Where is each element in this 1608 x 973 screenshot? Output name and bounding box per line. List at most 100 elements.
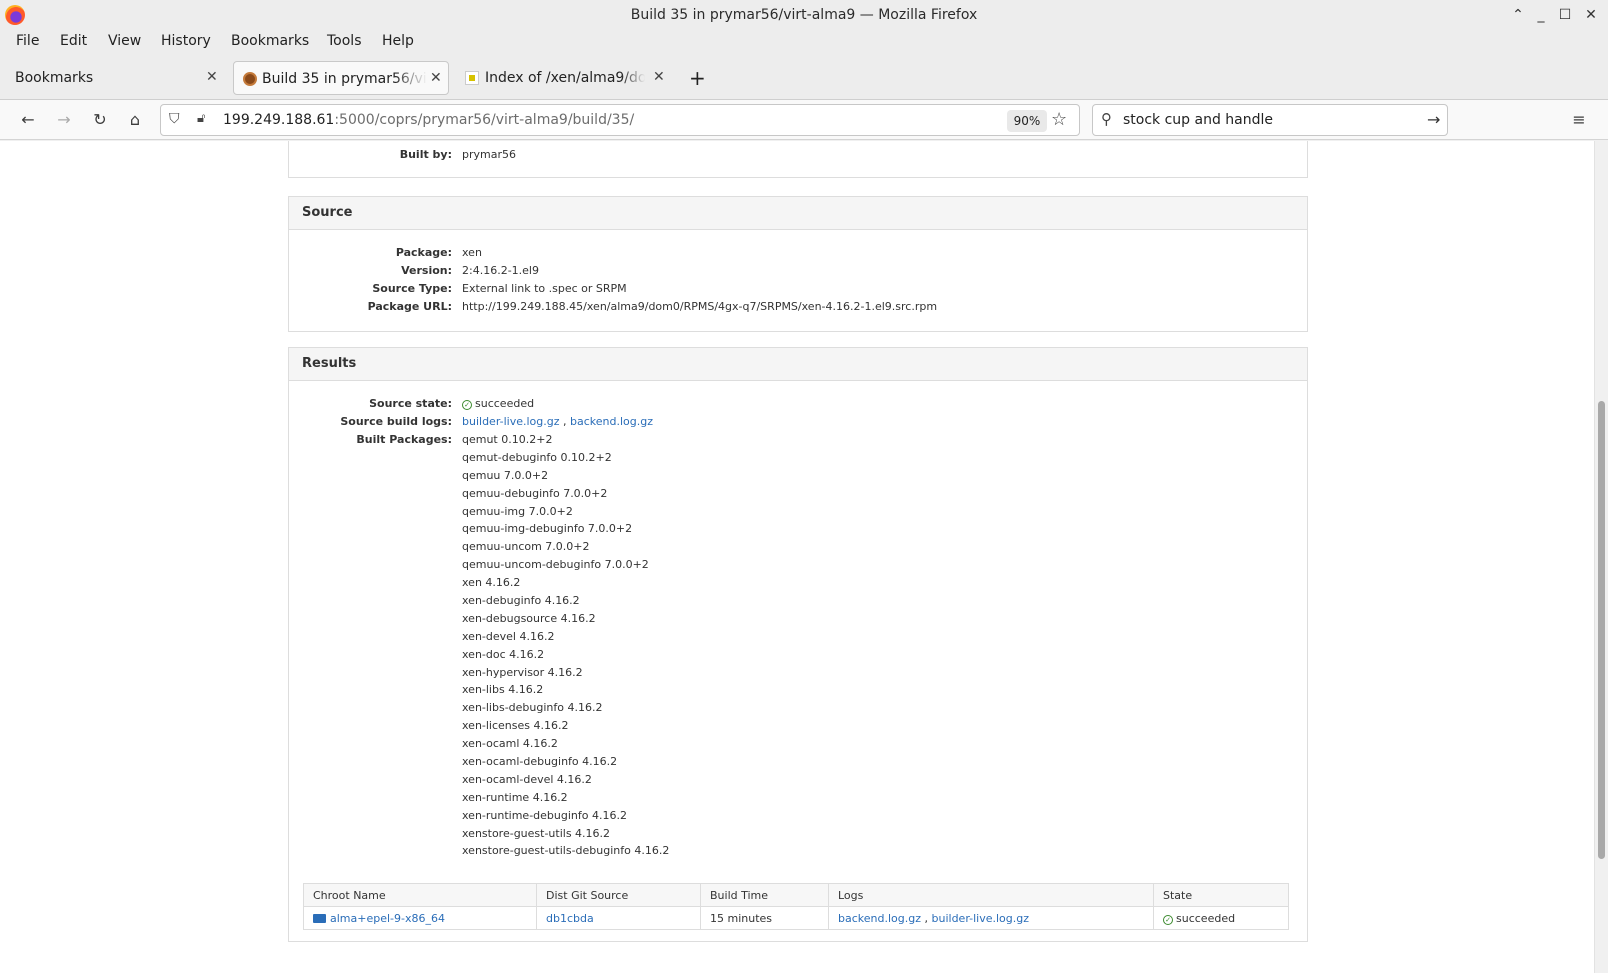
version-value: 2:4.16.2-1.el9 (462, 264, 539, 277)
state-text: succeeded (1176, 911, 1236, 925)
list-item: qemuu-img 7.0.0+2 (462, 504, 573, 518)
list-item: xen-devel 4.16.2 (462, 629, 555, 643)
chroots-table: Chroot Name Dist Git Source Build Time L… (303, 883, 1289, 930)
backend-log-link[interactable]: backend.log.gz (570, 415, 653, 428)
url-bar[interactable]: ⛉ 🔓︎ 199.249.188.61:5000/coprs/prymar56/… (160, 104, 1080, 136)
vertical-scrollbar[interactable] (1594, 141, 1608, 973)
source-build-logs-row: Source build logs: builder-live.log.gz ,… (289, 415, 1307, 433)
source-type-value: External link to .spec or SRPM (462, 282, 627, 295)
menu-tools[interactable]: Tools (327, 33, 362, 49)
source-build-logs-label: Source build logs: (340, 415, 452, 428)
bookmark-star-icon[interactable]: ☆ (1051, 109, 1067, 130)
tab-bookmarks[interactable]: Bookmarks ✕ (6, 61, 228, 95)
results-panel: Results Source state: ✓ succeeded Source … (288, 347, 1308, 942)
menu-help[interactable]: Help (382, 33, 414, 49)
list-item: qemuu-debuginfo 7.0.0+2 (462, 486, 608, 500)
source-state-value: ✓ succeeded (462, 397, 534, 410)
scrollbar-thumb[interactable] (1598, 401, 1605, 859)
list-item: xen-ocaml 4.16.2 (462, 737, 558, 751)
list-item: qemut 0.10.2+2 (462, 433, 553, 446)
maximize-window-button[interactable]: ☐ (1555, 5, 1575, 25)
forward-arrow-icon[interactable]: → (54, 110, 74, 130)
home-icon[interactable]: ⌂ (125, 110, 145, 130)
list-item: qemuu 7.0.0+2 (462, 468, 549, 482)
col-logs: Logs (828, 883, 1154, 907)
package-url-label: Package URL: (367, 300, 452, 313)
tab-index-xen[interactable]: Index of /xen/alma9/dom0/ ✕ (456, 61, 670, 95)
close-window-button[interactable]: ✕ (1581, 5, 1601, 25)
backend-log-link[interactable]: backend.log.gz (838, 912, 921, 925)
tab-close-icon[interactable]: ✕ (430, 70, 442, 86)
tab-bar: Bookmarks ✕ Build 35 in prymar56/virt-al… (0, 55, 1608, 100)
logs-cell: backend.log.gz , builder-live.log.gz (828, 906, 1154, 930)
built-by-link[interactable]: prymar56 (462, 148, 516, 161)
package-label: Package: (395, 246, 452, 259)
insecure-lock-icon[interactable]: 🔓︎ (197, 111, 205, 126)
table-row: alma+epel-9-x86_64 db1cbda 15 minutes ba… (303, 906, 1289, 930)
source-state-text: succeeded (475, 397, 535, 410)
builder-live-log-link[interactable]: builder-live.log.gz (932, 912, 1030, 925)
list-item: xen-licenses 4.16.2 (462, 719, 569, 733)
list-item: xen-doc 4.16.2 (462, 647, 545, 661)
package-url-link[interactable]: http://199.249.188.45/xen/alma9/dom0/RPM… (462, 300, 937, 313)
navigation-bar: ← → ↻ ⌂ ⛉ 🔓︎ 199.249.188.61:5000/coprs/p… (0, 100, 1608, 140)
tab-label: Bookmarks (15, 70, 94, 86)
new-tab-button[interactable]: + (689, 66, 713, 100)
back-arrow-icon[interactable]: ← (18, 110, 38, 130)
build-time-cell: 15 minutes (700, 906, 829, 930)
list-item: qemuu-img-debuginfo 7.0.0+2 (462, 522, 633, 536)
dist-git-link[interactable]: db1cbda (546, 912, 594, 925)
window-title-bar: Build 35 in prymar56/virt-alma9 — Mozill… (0, 0, 1608, 30)
tab-close-icon[interactable]: ✕ (653, 69, 665, 85)
built-by-row: Built by: prymar56 (289, 148, 1307, 166)
search-bar[interactable]: ⚲ stock cup and handle → (1092, 104, 1448, 136)
file-favicon-icon (465, 71, 479, 85)
url-path: :5000/coprs/prymar56/virt-alma9/build/35… (334, 112, 635, 128)
menu-bar: File Edit View History Bookmarks Tools H… (0, 30, 1608, 55)
state-cell: ✓ succeeded (1153, 906, 1289, 930)
menu-file[interactable]: File (16, 33, 39, 49)
hamburger-menu-icon[interactable]: ≡ (1569, 110, 1589, 130)
package-row: Package: xen (289, 246, 1307, 264)
built-by-label: Built by: (399, 148, 452, 161)
search-input[interactable]: stock cup and handle (1123, 112, 1273, 128)
dist-git-cell: db1cbda (536, 906, 701, 930)
menu-edit[interactable]: Edit (60, 33, 87, 49)
chroot-cell: alma+epel-9-x86_64 (303, 906, 537, 930)
menu-history[interactable]: History (161, 33, 211, 49)
source-state-label: Source state: (369, 397, 452, 410)
shield-icon[interactable]: ⛉ (169, 111, 180, 127)
list-item: xen-libs-debuginfo 4.16.2 (462, 701, 603, 715)
tab-label: Build 35 in prymar56/virt-alma9 (262, 71, 427, 87)
menu-view[interactable]: View (108, 33, 141, 49)
source-build-logs-links: builder-live.log.gz , backend.log.gz (462, 415, 653, 428)
menu-bookmarks[interactable]: Bookmarks (231, 33, 309, 49)
list-item: xen-debuginfo 4.16.2 (462, 594, 580, 608)
source-panel-title: Source (289, 197, 1307, 230)
check-circle-icon: ✓ (462, 400, 472, 410)
collapse-up-icon[interactable]: ⌃ (1508, 5, 1528, 25)
col-dist-git-source: Dist Git Source (536, 883, 701, 907)
search-go-arrow-icon[interactable]: → (1427, 110, 1440, 129)
package-url-row: Package URL: http://199.249.188.45/xen/a… (289, 300, 1307, 318)
tab-close-icon[interactable]: ✕ (206, 69, 218, 85)
built-packages-label: Built Packages: (356, 433, 452, 446)
copr-favicon-icon (243, 72, 257, 86)
chroot-link[interactable]: alma+epel-9-x86_64 (330, 912, 445, 925)
log-separator: , (563, 415, 567, 428)
zoom-level-badge[interactable]: 90% (1007, 110, 1047, 132)
package-link[interactable]: xen (462, 246, 482, 259)
results-panel-title: Results (289, 348, 1307, 381)
list-item: xen-debugsource 4.16.2 (462, 611, 596, 625)
reload-icon[interactable]: ↻ (90, 110, 110, 130)
url-text[interactable]: 199.249.188.61:5000/coprs/prymar56/virt-… (223, 112, 634, 128)
log-separator: , (924, 911, 929, 925)
minimize-window-button[interactable]: _ (1531, 5, 1551, 25)
tab-build-35[interactable]: Build 35 in prymar56/virt-alma9 ✕ (233, 61, 449, 95)
tab-label: Index of /xen/alma9/dom0/ (485, 70, 645, 86)
builder-live-log-link[interactable]: builder-live.log.gz (462, 415, 560, 428)
page-viewport: : Built by: prymar56 Source Package: xen… (0, 141, 1594, 973)
list-item: xen-runtime 4.16.2 (462, 790, 568, 804)
window-title: Build 35 in prymar56/virt-alma9 — Mozill… (630, 7, 978, 23)
col-build-time: Build Time (700, 883, 829, 907)
